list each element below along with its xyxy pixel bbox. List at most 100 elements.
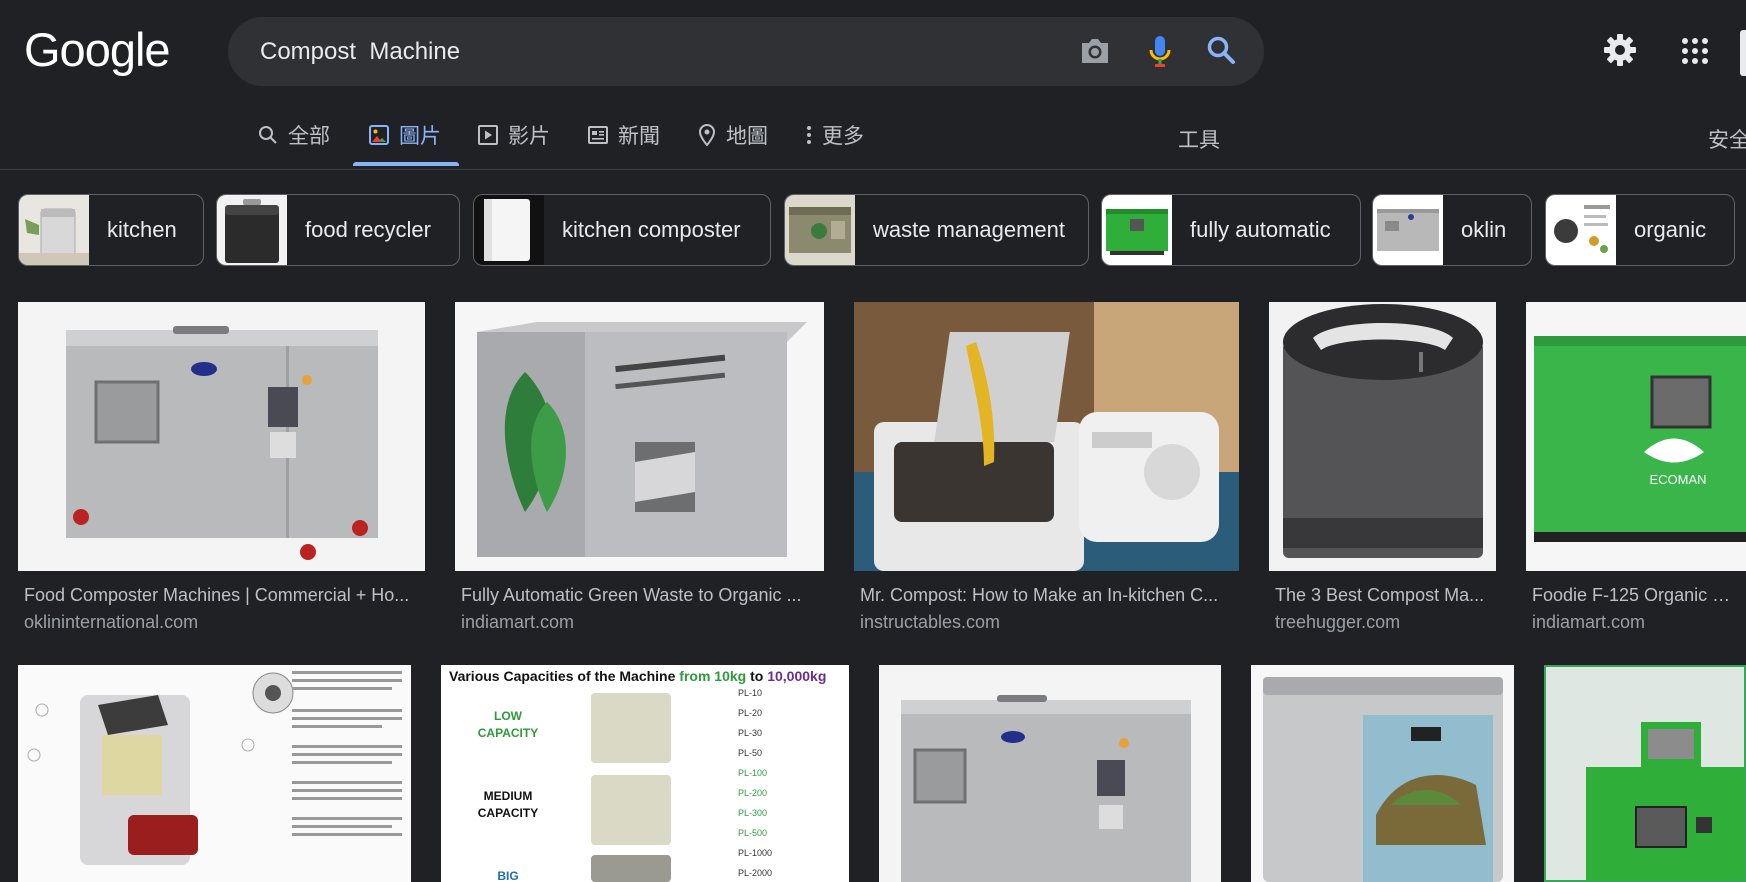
result-source[interactable]: indiamart.com (1532, 612, 1645, 633)
model-label: PL-300 (738, 808, 767, 818)
result-thumbnail (854, 302, 1239, 571)
map-pin-icon (698, 124, 716, 146)
result-image[interactable]: ECOMAN (1526, 302, 1746, 571)
google-logo[interactable]: Google (24, 22, 171, 77)
chip-thumbnail (1373, 195, 1443, 265)
tab-videos[interactable]: 影片 (478, 120, 550, 150)
tab-all-label: 全部 (288, 125, 330, 148)
chip-thumbnail (785, 195, 855, 265)
result-image[interactable] (854, 302, 1239, 571)
result-title[interactable]: The 3 Best Compost Ma... (1275, 585, 1496, 606)
chip-thumbnail (1546, 195, 1616, 265)
chip-kitchen-composter[interactable]: kitchen composter (473, 194, 771, 266)
capacity-low: LOW (494, 709, 523, 723)
chip-label: waste management (873, 217, 1065, 242)
result-source[interactable]: instructables.com (860, 612, 1000, 633)
chip-label: oklin (1461, 217, 1507, 242)
chip-label: fully automatic (1190, 217, 1331, 242)
tab-images[interactable]: 圖片 (369, 120, 441, 150)
capacity-medium: MEDIUM (484, 789, 533, 803)
tab-more-label: 更多 (822, 125, 864, 148)
camera-icon[interactable] (1078, 35, 1112, 72)
chip-oklin[interactable]: oklin (1372, 194, 1532, 266)
result-title[interactable]: Fully Automatic Green Waste to Organic .… (461, 585, 824, 606)
result-title[interactable]: Foodie F-125 Organic Was (1532, 585, 1746, 606)
tab-news[interactable]: 新聞 (588, 120, 660, 150)
chip-label: kitchen composter (562, 217, 741, 242)
result-image[interactable] (1269, 302, 1496, 571)
result-image[interactable]: Various Capacities of the Machine from 1… (441, 665, 849, 882)
chip-label: food recycler (305, 217, 431, 242)
search-icon (259, 126, 277, 144)
model-label: PL-1000 (738, 848, 772, 858)
active-tab-underline (353, 162, 459, 166)
chip-thumbnail (19, 195, 89, 265)
chip-thumbnail (217, 195, 287, 265)
capacity-big: BIG (497, 869, 518, 882)
capacity-medium-2: CAPACITY (478, 806, 538, 820)
safe-search-button[interactable]: 安全 (1708, 124, 1746, 154)
news-icon (588, 126, 608, 144)
result-title[interactable]: Mr. Compost: How to Make an In-kitchen C… (860, 585, 1239, 606)
result-image[interactable] (18, 665, 411, 882)
chip-label: kitchen (107, 217, 177, 242)
chip-thumbnail (474, 195, 544, 265)
model-label: PL-30 (738, 728, 762, 738)
result-image[interactable] (1544, 665, 1746, 882)
chip-label: organic (1634, 217, 1707, 242)
apps-grid-icon[interactable] (1682, 38, 1708, 69)
result-thumbnail (879, 665, 1221, 882)
search-input[interactable]: Compost Machine (260, 38, 460, 66)
result-thumbnail (18, 665, 411, 882)
tab-more[interactable]: 更多 (806, 120, 864, 150)
tab-maps-label: 地圖 (726, 125, 768, 148)
model-label: PL-10 (738, 688, 762, 698)
chip-food-recycler[interactable]: food recycler (216, 194, 460, 266)
chip-fully-automatic[interactable]: fully automatic (1101, 194, 1361, 266)
tab-news-label: 新聞 (618, 125, 660, 148)
chip-waste-management[interactable]: waste management (784, 194, 1089, 266)
tools-button[interactable]: 工具 (1178, 124, 1220, 154)
result-title[interactable]: Food Composter Machines | Commercial + H… (24, 585, 425, 606)
result-image[interactable] (455, 302, 824, 571)
result-thumbnail (1546, 667, 1744, 880)
more-vert-icon (807, 126, 811, 144)
result-thumbnail (18, 302, 425, 571)
model-label: PL-2000 (738, 868, 772, 878)
image-icon (369, 125, 389, 145)
model-label: PL-50 (738, 748, 762, 758)
search-submit-icon[interactable] (1206, 35, 1236, 70)
microphone-icon[interactable] (1148, 34, 1172, 75)
result-image[interactable] (18, 302, 425, 571)
tab-images-label: 圖片 (399, 125, 441, 148)
capacity-low-2: CAPACITY (478, 726, 538, 740)
model-label: PL-20 (738, 708, 762, 718)
result-thumbnail (1251, 665, 1514, 882)
account-edge[interactable] (1740, 30, 1746, 76)
tab-all[interactable]: 全部 (258, 120, 330, 150)
chip-organic[interactable]: organic (1545, 194, 1735, 266)
search-box[interactable]: Compost Machine (228, 17, 1264, 86)
capacity-title-max: 10,000kg (767, 668, 826, 684)
result-thumbnail (455, 302, 824, 571)
nav-divider (0, 169, 1746, 170)
result-image[interactable] (879, 665, 1221, 882)
tab-maps[interactable]: 地圖 (698, 120, 768, 150)
chip-thumbnail (1102, 195, 1172, 265)
result-source[interactable]: treehugger.com (1275, 612, 1400, 633)
result-source[interactable]: oklininternational.com (24, 612, 198, 633)
result-image[interactable] (1251, 665, 1514, 882)
result-source[interactable]: indiamart.com (461, 612, 574, 633)
settings-gear-icon[interactable] (1603, 33, 1637, 72)
model-label: PL-500 (738, 828, 767, 838)
video-icon (478, 125, 498, 145)
ecoman-label: ECOMAN (1649, 472, 1706, 487)
tab-videos-label: 影片 (508, 125, 550, 148)
chip-kitchen[interactable]: kitchen (18, 194, 204, 266)
result-thumbnail: Various Capacities of the Machine from 1… (441, 665, 849, 882)
model-label: PL-100 (738, 768, 767, 778)
capacity-title-from: from 10kg (679, 668, 746, 684)
capacity-title: Various Capacities of the Machine (449, 668, 679, 684)
capacity-title-to: to (746, 668, 767, 684)
result-thumbnail (1269, 302, 1496, 571)
